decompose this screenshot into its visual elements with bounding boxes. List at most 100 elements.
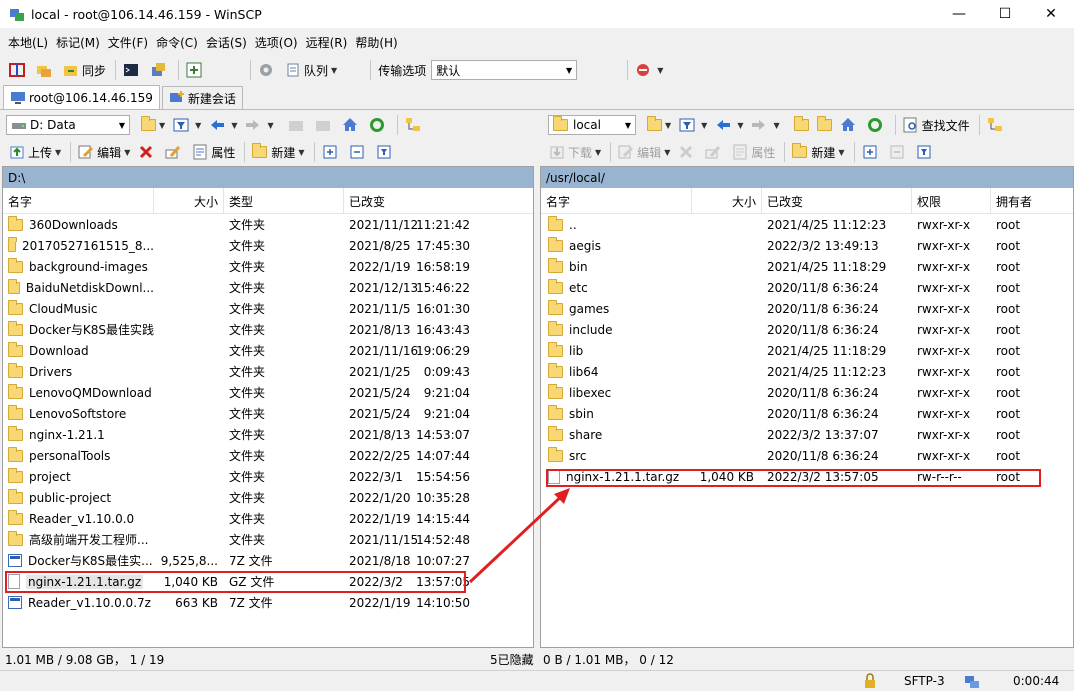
- open-terminal-button[interactable]: [120, 59, 145, 81]
- menu-remote[interactable]: 远程(R): [302, 34, 352, 51]
- upload-button[interactable]: 上传 ▼: [6, 141, 64, 163]
- local-file-row[interactable]: 360Downloads 文件夹 2021/11/12 11:21:42: [3, 214, 533, 235]
- left-properties-button[interactable]: 属性: [189, 141, 238, 163]
- remote-file-row[interactable]: etc 2020/11/8 6:36:24 rwxr-xr-x root: [541, 277, 1073, 298]
- right-home-button[interactable]: [837, 114, 862, 136]
- reconnect-button[interactable]: ▼: [632, 59, 666, 81]
- left-rename-button[interactable]: [162, 141, 187, 163]
- menu-help[interactable]: 帮助(H): [351, 34, 401, 51]
- menu-local[interactable]: 本地(L): [4, 34, 52, 51]
- column-rights[interactable]: 权限: [912, 188, 991, 214]
- synchronize-button[interactable]: 同步: [60, 59, 109, 81]
- local-file-row[interactable]: 高级前端开发工程师... 文件夹 2021/11/15 14:52:48: [3, 529, 533, 550]
- remote-file-row[interactable]: share 2022/3/2 13:37:07 rwxr-xr-x root: [541, 424, 1073, 445]
- compare-dirs-button[interactable]: [6, 59, 31, 81]
- right-properties-button[interactable]: 属性: [729, 141, 778, 163]
- local-file-row[interactable]: public-project 文件夹 2022/1/20 10:35:28: [3, 487, 533, 508]
- hidden-files-status[interactable]: 5已隐藏: [490, 651, 534, 668]
- local-file-row[interactable]: Drivers 文件夹 2021/1/25 0:09:43: [3, 361, 533, 382]
- left-select-all-button[interactable]: [319, 141, 344, 163]
- left-home-button[interactable]: [339, 114, 364, 136]
- column-size[interactable]: 大小: [692, 188, 762, 214]
- maximize-button[interactable]: ☐: [982, 0, 1028, 28]
- putty-button[interactable]: [147, 59, 172, 81]
- local-file-row[interactable]: Reader_v1.10.0.0 文件夹 2022/1/19 14:15:44: [3, 508, 533, 529]
- right-root-dir-button[interactable]: [814, 114, 835, 136]
- right-rename-button[interactable]: [702, 141, 727, 163]
- preferences-button[interactable]: [255, 59, 280, 81]
- local-file-row[interactable]: 20170527161515_8... 文件夹 2021/8/25 17:45:30: [3, 235, 533, 256]
- tab-session-root[interactable]: root@106.14.46.159: [3, 85, 160, 109]
- menu-options[interactable]: 选项(O): [251, 34, 302, 51]
- right-filter-select-button[interactable]: [913, 141, 938, 163]
- right-back-button[interactable]: ▼: [712, 114, 746, 136]
- tab-new-session[interactable]: 新建会话: [161, 86, 243, 109]
- column-name[interactable]: 名字: [3, 188, 154, 214]
- local-file-row[interactable]: Reader_v1.10.0.0.7z 663 KB 7Z 文件 2022/1/19 1…: [3, 592, 533, 613]
- menu-files[interactable]: 文件(F): [104, 34, 152, 51]
- left-edit-button[interactable]: 编辑 ▼: [75, 141, 133, 163]
- right-forward-button[interactable]: ▼: [748, 114, 782, 136]
- local-file-row[interactable]: nginx-1.21.1 文件夹 2021/8/13 14:53:07: [3, 424, 533, 445]
- download-button[interactable]: 下载 ▼: [546, 141, 604, 163]
- menu-mark[interactable]: 标记(M): [52, 34, 104, 51]
- right-parent-dir-button[interactable]: [791, 114, 812, 136]
- local-file-row[interactable]: Docker与K8S最佳实... 9,525,8... 7Z 文件 2021/8/18…: [3, 550, 533, 571]
- left-unselect-button[interactable]: [346, 141, 371, 163]
- right-open-dir-button[interactable]: ▼: [644, 114, 674, 136]
- remote-file-row[interactable]: sbin 2020/11/8 6:36:24 rwxr-xr-x root: [541, 403, 1073, 424]
- local-file-row[interactable]: personalTools 文件夹 2022/2/25 14:07:44: [3, 445, 533, 466]
- right-delete-button[interactable]: [675, 141, 700, 163]
- remote-file-row[interactable]: games 2020/11/8 6:36:24 rwxr-xr-x root: [541, 298, 1073, 319]
- left-back-button[interactable]: ▼: [206, 114, 240, 136]
- left-new-button[interactable]: 新建 ▼: [249, 141, 307, 163]
- column-name[interactable]: 名字: [541, 188, 692, 214]
- left-delete-button[interactable]: [135, 141, 160, 163]
- remote-file-row[interactable]: src 2020/11/8 6:36:24 rwxr-xr-x root: [541, 445, 1073, 466]
- remote-file-row[interactable]: lib 2021/4/25 11:18:29 rwxr-xr-x root: [541, 340, 1073, 361]
- right-new-button[interactable]: 新建 ▼: [789, 141, 847, 163]
- right-location-select[interactable]: local ▼: [548, 115, 636, 135]
- local-file-row[interactable]: project 文件夹 2022/3/1 15:54:56: [3, 466, 533, 487]
- right-tree-button[interactable]: [984, 114, 1009, 136]
- remote-file-row[interactable]: include 2020/11/8 6:36:24 rwxr-xr-x root: [541, 319, 1073, 340]
- column-type[interactable]: 类型: [224, 188, 344, 214]
- remote-file-row[interactable]: lib64 2021/4/25 11:12:23 rwxr-xr-x root: [541, 361, 1073, 382]
- left-drive-select[interactable]: D: Data ▼: [6, 115, 130, 135]
- left-forward-button[interactable]: ▼: [242, 114, 276, 136]
- minimize-button[interactable]: —: [936, 0, 982, 28]
- left-parent-dir-button[interactable]: [285, 114, 310, 136]
- local-file-row[interactable]: Download 文件夹 2021/11/16 19:06:29: [3, 340, 533, 361]
- right-filter-button[interactable]: ▼: [676, 114, 710, 136]
- right-refresh-button[interactable]: [864, 114, 889, 136]
- right-edit-button[interactable]: 编辑 ▼: [615, 141, 673, 163]
- local-file-row[interactable]: LenovoSoftstore 文件夹 2021/5/24 9:21:04: [3, 403, 533, 424]
- local-file-row[interactable]: LenovoQMDownload 文件夹 2021/5/24 9:21:04: [3, 382, 533, 403]
- left-tree-button[interactable]: [402, 114, 427, 136]
- left-filter-button[interactable]: ▼: [170, 114, 204, 136]
- menu-session[interactable]: 会话(S): [202, 34, 251, 51]
- column-owner[interactable]: 拥有者: [991, 188, 1073, 214]
- remote-file-row[interactable]: libexec 2020/11/8 6:36:24 rwxr-xr-x root: [541, 382, 1073, 403]
- right-unselect-button[interactable]: [886, 141, 911, 163]
- left-filter-select-button[interactable]: [373, 141, 398, 163]
- find-files-button[interactable]: 查找文件: [900, 114, 973, 136]
- local-file-row[interactable]: background-images 文件夹 2022/1/19 16:58:19: [3, 256, 533, 277]
- close-button[interactable]: ✕: [1028, 0, 1074, 28]
- menu-commands[interactable]: 命令(C): [152, 34, 202, 51]
- column-changed[interactable]: 已改变: [344, 188, 533, 214]
- remote-file-row[interactable]: bin 2021/4/25 11:18:29 rwxr-xr-x root: [541, 256, 1073, 277]
- local-file-row[interactable]: Docker与K8S最佳实践 文件夹 2021/8/13 16:43:43: [3, 319, 533, 340]
- local-file-row[interactable]: BaiduNetdiskDownl... 文件夹 2021/12/13 15:46:2…: [3, 277, 533, 298]
- column-size[interactable]: 大小: [154, 188, 224, 214]
- transfer-preset-select[interactable]: 默认 ▼: [431, 60, 578, 80]
- sync-browse-button[interactable]: [33, 59, 58, 81]
- right-select-all-button[interactable]: [859, 141, 884, 163]
- left-refresh-button[interactable]: [366, 114, 391, 136]
- left-root-dir-button[interactable]: [312, 114, 337, 136]
- remote-file-row[interactable]: aegis 2022/3/2 13:49:13 rwxr-xr-x root: [541, 235, 1073, 256]
- workspace-button[interactable]: [183, 59, 208, 81]
- column-changed[interactable]: 已改变: [762, 188, 912, 214]
- left-open-dir-button[interactable]: ▼: [138, 114, 168, 136]
- local-file-row[interactable]: CloudMusic 文件夹 2021/11/5 16:01:30: [3, 298, 533, 319]
